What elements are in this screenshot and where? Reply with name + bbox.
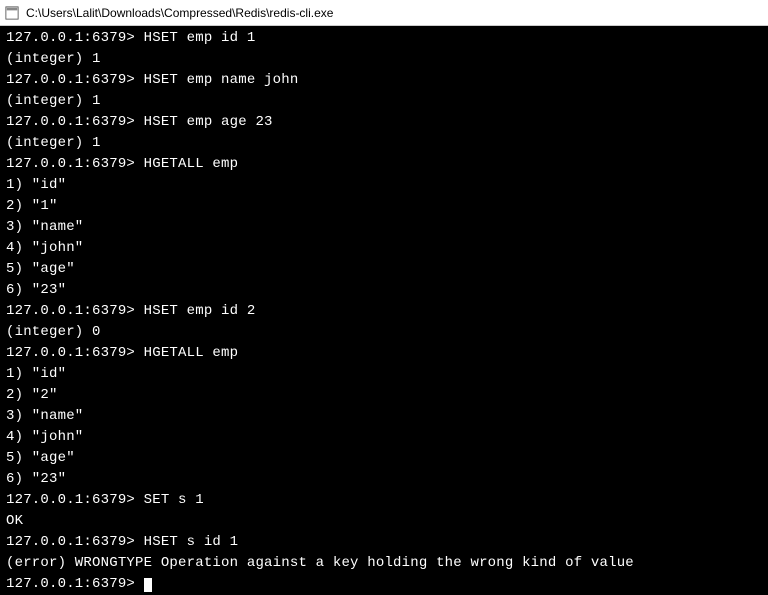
- output-line: (integer) 0: [6, 322, 762, 343]
- output-line: 6) "23": [6, 280, 762, 301]
- output-line: 6) "23": [6, 469, 762, 490]
- output-line: 3) "name": [6, 406, 762, 427]
- output-line: (integer) 1: [6, 91, 762, 112]
- prompt-line[interactable]: 127.0.0.1:6379>: [6, 574, 762, 595]
- output-line: 3) "name": [6, 217, 762, 238]
- output-line: OK: [6, 511, 762, 532]
- command-line: 127.0.0.1:6379> SET s 1: [6, 490, 762, 511]
- output-line: 5) "age": [6, 259, 762, 280]
- command-line: 127.0.0.1:6379> HGETALL emp: [6, 154, 762, 175]
- cursor: [144, 578, 152, 592]
- output-line: (integer) 1: [6, 133, 762, 154]
- output-line: (error) WRONGTYPE Operation against a ke…: [6, 553, 762, 574]
- titlebar-path: C:\Users\Lalit\Downloads\Compressed\Redi…: [26, 6, 333, 20]
- command-line: 127.0.0.1:6379> HSET emp name john: [6, 70, 762, 91]
- output-line: 4) "john": [6, 427, 762, 448]
- command-line: 127.0.0.1:6379> HSET emp id 1: [6, 28, 762, 49]
- titlebar: C:\Users\Lalit\Downloads\Compressed\Redi…: [0, 0, 768, 26]
- output-line: 2) "2": [6, 385, 762, 406]
- app-icon: [4, 5, 20, 21]
- terminal-output[interactable]: 127.0.0.1:6379> HSET emp id 1(integer) 1…: [0, 26, 768, 589]
- output-line: 1) "id": [6, 175, 762, 196]
- output-line: (integer) 1: [6, 49, 762, 70]
- command-line: 127.0.0.1:6379> HGETALL emp: [6, 343, 762, 364]
- command-line: 127.0.0.1:6379> HSET emp id 2: [6, 301, 762, 322]
- command-line: 127.0.0.1:6379> HSET s id 1: [6, 532, 762, 553]
- output-line: 2) "1": [6, 196, 762, 217]
- output-line: 1) "id": [6, 364, 762, 385]
- command-line: 127.0.0.1:6379> HSET emp age 23: [6, 112, 762, 133]
- output-line: 4) "john": [6, 238, 762, 259]
- prompt: 127.0.0.1:6379>: [6, 576, 144, 592]
- output-line: 5) "age": [6, 448, 762, 469]
